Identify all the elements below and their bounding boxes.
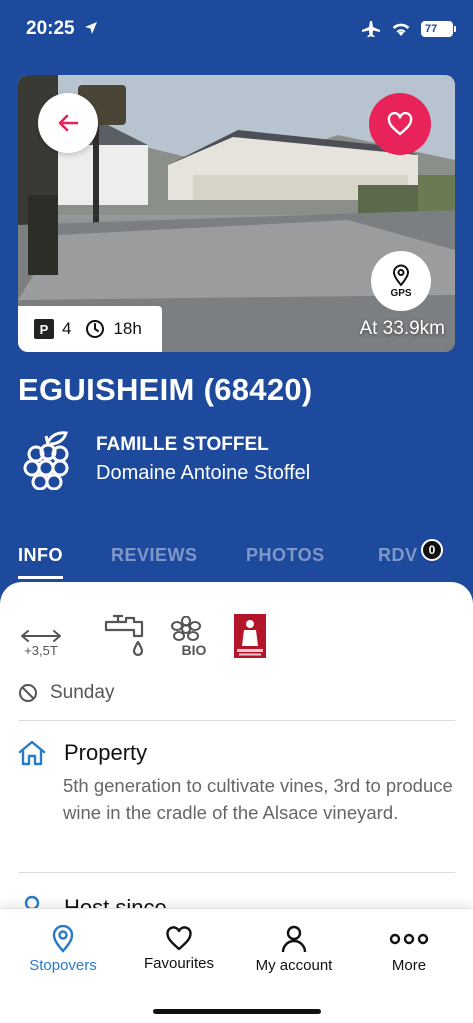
nav-stopovers-label: Stopovers [29,957,97,974]
property-label: Property [64,740,148,765]
closed-day-row: Sunday [18,682,114,704]
tab-info-label: INFO [18,545,63,565]
tab-rdv[interactable]: RDV [378,545,418,566]
flower-bio-icon [171,616,201,641]
feature-weight: +3,5T [18,629,64,658]
nav-favourites[interactable]: Favourites [138,925,220,972]
grapes-icon [23,431,69,490]
owner-block: FAMILLE STOFFEL Domaine Antoine Stoffel [22,428,310,490]
location-arrow-icon [85,22,97,34]
heart-icon [166,926,192,951]
tab-info[interactable]: INFO [18,545,63,579]
map-pin-icon [52,925,74,953]
feature-bio: BIO [160,616,212,658]
owner-domain-name: Domaine Antoine Stoffel [96,461,311,484]
divider [18,720,455,721]
divider [18,872,455,873]
user-icon [281,925,307,953]
gps-label: GPS [390,287,412,299]
favourite-button[interactable] [369,93,431,155]
nav-more-label: More [391,957,427,974]
nav-more[interactable]: More [386,925,432,974]
property-description: 5th generation to cultivate vines, 3rd t… [63,775,453,823]
nav-account[interactable]: My account [248,925,340,974]
parking-info-chip: P 4 18h [18,306,162,352]
bio-label: BIO [181,642,207,658]
double-arrow-icon [21,630,61,642]
airplane-icon [362,21,380,38]
property-section: Property 5th generation to cultivate vin… [18,740,455,826]
feature-vigneron [234,614,266,658]
stay-duration: 18h [113,319,142,338]
feature-water [90,614,160,658]
tab-reviews-label: REVIEWS [111,545,198,565]
home-icon [18,740,46,766]
hero-image: GPS P 4 18h At 33.9km [18,75,455,352]
clock-icon [86,320,105,338]
nav-account-label: My account [255,957,333,974]
parking-icon: P [34,319,54,339]
tab-reviews[interactable]: REVIEWS [111,545,198,566]
water-tap-icon [104,614,144,657]
more-dots-icon [389,933,429,945]
closed-day-label: Sunday [50,682,115,703]
battery-level: 77 [425,23,438,35]
status-time: 20:25 [26,18,75,39]
bottom-navigation: Stopovers Favourites My account More [0,908,473,1023]
vigneron-independant-logo [234,614,266,658]
gps-button[interactable]: GPS [371,251,431,311]
nav-stopovers[interactable]: Stopovers [24,925,102,974]
parking-count: 4 [62,319,72,338]
feature-icons: +3,5T BIO [18,614,266,658]
nav-favourites-label: Favourites [143,955,215,972]
place-title: EGUISHEIM (68420) [18,372,313,407]
wifi-icon [392,23,410,36]
home-indicator [153,1009,321,1014]
tab-photos[interactable]: PHOTOS [246,545,325,566]
rdv-count-badge: 0 [421,539,443,561]
battery-indicator: 77 [421,21,456,37]
owner-family-name: FAMILLE STOFFEL [96,433,269,455]
heart-icon [387,112,413,136]
tab-rdv-label: RDV [378,545,418,565]
weight-label: +3,5T [24,643,58,658]
info-panel: +3,5T BIO Sunday Property 5th generation… [0,582,473,912]
status-bar: 20:25 77 [0,0,473,60]
tab-photos-label: PHOTOS [246,545,325,565]
map-pin-icon [392,264,410,286]
section-tabs: INFO REVIEWS PHOTOS RDV 0 [18,539,473,585]
tab-active-indicator [18,576,63,579]
arrow-left-icon [58,114,79,132]
back-button[interactable] [38,93,98,153]
forbidden-icon [19,684,37,702]
distance-label: At 33.9km [359,318,445,339]
